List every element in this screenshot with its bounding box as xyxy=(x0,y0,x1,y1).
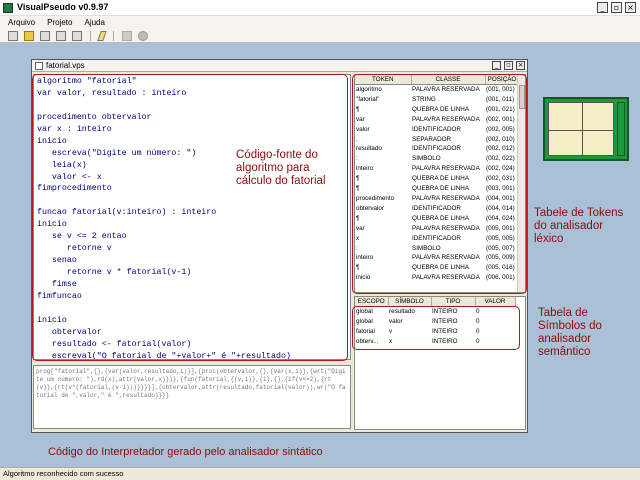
annotation-tokens: Tabele de Tokens do analisador léxico xyxy=(534,207,624,245)
status-bar: Algoritmo reconhecido com sucesso xyxy=(0,467,640,480)
window-controls: _ ▫ × xyxy=(597,2,636,13)
print-icon[interactable] xyxy=(72,30,82,41)
toolbar xyxy=(0,29,640,43)
document-icon xyxy=(35,62,43,70)
annotation-symbols: Tabela de Símbolos do analisador semânti… xyxy=(538,307,602,358)
annotation-interpreter: Código do Interpretador gerado pelo anal… xyxy=(48,446,323,458)
pause-icon[interactable] xyxy=(122,30,132,41)
menu-projeto[interactable]: Projeto xyxy=(47,16,72,29)
save-all-icon[interactable] xyxy=(56,30,66,41)
document-controls: _ ▫ × xyxy=(492,61,525,70)
save-icon[interactable] xyxy=(40,30,50,41)
app-icon xyxy=(3,3,13,13)
layout-preview-column xyxy=(617,102,625,156)
menu-ajuda[interactable]: Ajuda xyxy=(84,16,104,29)
restore-icon[interactable]: ▫ xyxy=(611,2,622,13)
restore-icon[interactable]: ▫ xyxy=(504,61,513,70)
toolbar-separator xyxy=(113,30,114,41)
annotation-source: Código-fonte do algoritmo para cálculo d… xyxy=(236,149,326,187)
document-titlebar: fatorial.vps _ ▫ × xyxy=(32,60,527,72)
close-icon[interactable]: × xyxy=(516,61,525,70)
highlight-symbols-table xyxy=(352,306,520,350)
new-file-icon[interactable] xyxy=(8,30,18,41)
layout-divider xyxy=(549,130,613,131)
layout-preview[interactable] xyxy=(543,97,629,161)
minimize-icon[interactable]: _ xyxy=(492,61,501,70)
layout-divider xyxy=(582,103,583,155)
highlight-source-code xyxy=(32,74,348,361)
highlight-tokens-table xyxy=(352,74,527,294)
close-icon[interactable]: × xyxy=(625,2,636,13)
compile-icon[interactable] xyxy=(97,30,107,41)
interpreter-code[interactable]: prog["fatorial",{},{var(valor,resultado,… xyxy=(33,365,351,429)
stop-icon[interactable] xyxy=(138,30,148,41)
layout-preview-panes xyxy=(548,102,614,156)
menubar: Arquivo Projeto Ajuda xyxy=(0,16,640,29)
open-folder-icon[interactable] xyxy=(24,30,34,41)
minimize-icon[interactable]: _ xyxy=(597,2,608,13)
menu-arquivo[interactable]: Arquivo xyxy=(8,16,35,29)
toolbar-separator xyxy=(90,30,91,41)
document-title: fatorial.vps xyxy=(46,61,85,70)
window-title: VisualPseudo v0.9.97 xyxy=(17,2,109,12)
main-titlebar: VisualPseudo v0.9.97 _ ▫ × xyxy=(0,0,640,16)
